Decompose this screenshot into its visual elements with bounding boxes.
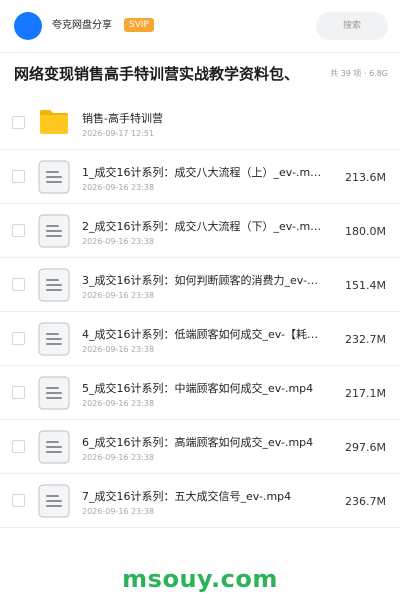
file-date: 2026-09-17 12:51 (82, 129, 155, 138)
file-row[interactable]: 6_成交16计系列：高端顾客如何成交_ev-.mp4 2026-09-16 23… (0, 420, 400, 474)
row-checkbox[interactable] (12, 332, 25, 345)
row-checkbox[interactable] (12, 494, 25, 507)
file-size: 217.1M (345, 387, 386, 400)
row-checkbox[interactable] (12, 224, 25, 237)
file-date: 2026-09-16 23:38 (82, 291, 155, 300)
file-row[interactable]: 5_成交16计系列：中端顾客如何成交_ev-.mp4 2026-09-16 23… (0, 366, 400, 420)
header-divider (0, 52, 400, 53)
file-row[interactable]: 3_成交16计系列：如何判断顾客的消费力_ev-【… 2026-09-16 23… (0, 258, 400, 312)
file-date: 2026-09-16 23:38 (82, 183, 155, 192)
file-date: 2026-09-16 23:38 (82, 399, 155, 408)
file-row[interactable]: 1_成交16计系列：成交八大流程（上）_ev-.m… 2026-09-16 23… (0, 150, 400, 204)
share-title: 网络变现销售高手特训营实战教学资料包、 (14, 65, 300, 83)
file-date: 2026-09-16 23:38 (82, 237, 155, 246)
document-icon (38, 376, 70, 410)
file-size: 213.6M (345, 171, 386, 184)
file-name[interactable]: 6_成交16计系列：高端顾客如何成交_ev-.mp4 (82, 435, 322, 450)
file-date: 2026-09-16 23:38 (82, 507, 155, 516)
document-icon (38, 214, 70, 248)
document-icon (38, 268, 70, 302)
file-date: 2026-09-16 23:38 (82, 345, 155, 354)
row-checkbox[interactable] (12, 440, 25, 453)
document-icon (38, 430, 70, 464)
avatar[interactable] (14, 12, 42, 40)
document-icon (38, 322, 70, 356)
file-size: 232.7M (345, 333, 386, 346)
file-name[interactable]: 1_成交16计系列：成交八大流程（上）_ev-.m… (82, 165, 322, 180)
file-size: 180.0M (345, 225, 386, 238)
file-row[interactable]: 销售-高手特训营 2026-09-17 12:51 (0, 96, 400, 150)
file-row[interactable]: 4_成交16计系列：低端顾客如何成交_ev-【耗时… 2026-09-16 23… (0, 312, 400, 366)
search-button[interactable]: 搜索 (316, 12, 388, 40)
file-list: 销售-高手特训营 2026-09-17 12:51 1_成交16计系列：成交八大… (0, 96, 400, 528)
file-row[interactable]: 7_成交16计系列：五大成交信号_ev-.mp4 2026-09-16 23:3… (0, 474, 400, 528)
file-name[interactable]: 销售-高手特训营 (82, 111, 322, 126)
row-checkbox[interactable] (12, 278, 25, 291)
watermark-logo: msouy.com (122, 565, 278, 593)
app-name: 夸克网盘分享 (52, 20, 112, 31)
file-size: 297.6M (345, 441, 386, 454)
row-checkbox[interactable] (12, 386, 25, 399)
document-icon (38, 160, 70, 194)
file-name[interactable]: 7_成交16计系列：五大成交信号_ev-.mp4 (82, 489, 322, 504)
file-size: 236.7M (345, 495, 386, 508)
share-title-bar: 网络变现销售高手特训营实战教学资料包、 共 39 项 · 6.8G (0, 58, 400, 90)
file-name[interactable]: 3_成交16计系列：如何判断顾客的消费力_ev-【… (82, 273, 322, 288)
file-name[interactable]: 5_成交16计系列：中端顾客如何成交_ev-.mp4 (82, 381, 322, 396)
file-name[interactable]: 4_成交16计系列：低端顾客如何成交_ev-【耗时… (82, 327, 322, 342)
svip-badge: SVIP (124, 18, 154, 32)
row-checkbox[interactable] (12, 116, 25, 129)
folder-icon (38, 106, 70, 140)
file-row[interactable]: 2_成交16计系列：成交八大流程（下）_ev-.m… 2026-09-16 23… (0, 204, 400, 258)
share-meta: 共 39 项 · 6.8G (330, 69, 388, 78)
file-date: 2026-09-16 23:38 (82, 453, 155, 462)
file-size: 151.4M (345, 279, 386, 292)
file-name[interactable]: 2_成交16计系列：成交八大流程（下）_ev-.m… (82, 219, 322, 234)
header-bar: 夸克网盘分享 SVIP 搜索 (0, 0, 400, 52)
row-checkbox[interactable] (12, 170, 25, 183)
document-icon (38, 484, 70, 518)
